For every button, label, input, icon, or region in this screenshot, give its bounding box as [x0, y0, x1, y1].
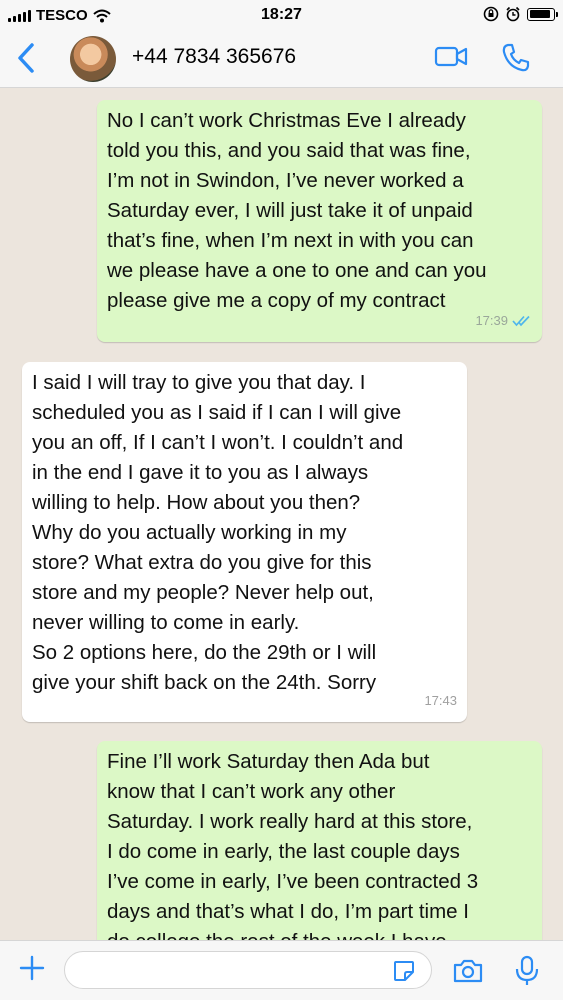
message-line: do college the rest of the week I have: [107, 927, 532, 940]
contact-name[interactable]: +44 7834 365676: [132, 45, 296, 69]
outgoing-message[interactable]: No I can’t work Christmas Eve I already …: [97, 100, 542, 342]
battery-icon: [527, 7, 558, 21]
microphone-icon[interactable]: [514, 955, 540, 987]
message-line: I’m not in Swindon, I’ve never worked a: [107, 169, 464, 192]
message-list[interactable]: No I can’t work Christmas Eve I already …: [0, 89, 563, 940]
plus-icon[interactable]: [18, 954, 46, 982]
video-camera-icon[interactable]: [434, 42, 470, 70]
message-line: Why do you actually working in my: [32, 521, 347, 544]
alarm-icon: [506, 6, 520, 22]
message-meta: 17:43: [424, 686, 457, 716]
read-receipt-icon: [512, 315, 530, 327]
message-line: No I can’t work Christmas Eve I already: [107, 109, 466, 132]
message-line: store and my people? Never help out,: [32, 581, 374, 604]
message-line: scheduled you as I said if I can I will …: [32, 401, 402, 424]
message-time: 17:39: [475, 313, 508, 328]
message-line: I said I will tray to give you that day.…: [32, 371, 366, 394]
message-line: we please have a one to one and can you: [107, 259, 487, 282]
input-bar: [0, 940, 563, 1000]
status-time: 18:27: [261, 6, 302, 23]
phone-icon[interactable]: [500, 42, 532, 74]
message-line: that’s fine, when I’m next in with you c…: [107, 229, 474, 252]
message-line: please give me a copy of my contract: [107, 289, 446, 312]
camera-icon[interactable]: [452, 958, 484, 984]
avatar[interactable]: [70, 36, 116, 82]
message-line: days and that’s what I do, I’m part time…: [107, 900, 469, 923]
message-line: I do come in early, the last couple days: [107, 840, 460, 863]
message-line: you an off, If I can’t I won’t. I couldn…: [32, 431, 404, 454]
message-meta: 17:39: [475, 306, 532, 336]
message-time: 17:43: [424, 693, 457, 708]
sticker-icon[interactable]: [392, 959, 416, 983]
message-line: know that I can’t work any other: [107, 780, 396, 803]
message-line: Saturday. I work really hard at this sto…: [107, 810, 473, 833]
message-line: Fine I’ll work Saturday then Ada but: [107, 750, 430, 773]
message-line: So 2 options here, do the 29th or I will: [32, 641, 377, 664]
outgoing-message[interactable]: Fine I’ll work Saturday then Ada but kno…: [97, 741, 542, 940]
message-line: store? What extra do you give for this: [32, 551, 372, 574]
message-input[interactable]: [64, 951, 432, 989]
incoming-message[interactable]: I said I will tray to give you that day.…: [22, 362, 467, 722]
message-line: never willing to come in early.: [32, 611, 300, 634]
chat-header: +44 7834 365676: [0, 30, 563, 88]
message-line: told you this, and you said that was fin…: [107, 139, 471, 162]
status-indicators: [483, 6, 558, 22]
rotation-lock-icon: [483, 6, 499, 22]
message-line: I’ve come in early, I’ve been contracted…: [107, 870, 479, 893]
status-bar: TESCO 18:27: [0, 0, 563, 30]
message-line: Saturday ever, I will just take it of un…: [107, 199, 473, 222]
chevron-left-icon[interactable]: [12, 40, 40, 76]
message-line: willing to help. How about you then?: [32, 491, 361, 514]
message-line: give your shift back on the 24th. Sorry: [32, 671, 377, 694]
message-line: in the end I gave it to you as I always: [32, 461, 369, 484]
